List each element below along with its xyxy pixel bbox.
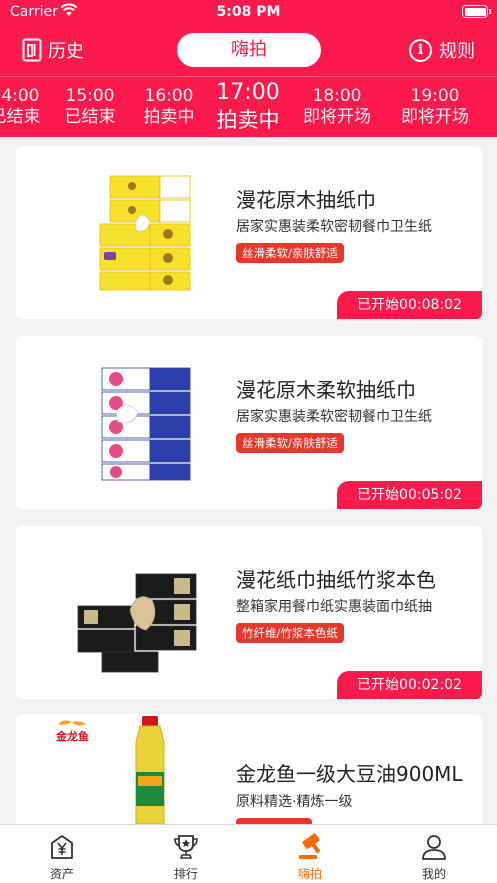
gavel-icon — [299, 833, 321, 859]
product-subtitle: 居家实惠装柔软密韧餐巾卫生纸 — [236, 409, 432, 425]
rules-button[interactable]: i 规则 — [409, 37, 475, 63]
session-time: 17:00 — [216, 80, 280, 105]
tab-label: 资产 — [49, 867, 74, 881]
product-card[interactable]: 漫花原木抽纸巾 居家实惠装柔软密韧餐巾卫生纸 丝滑柔软/亲肤舒适 已开始00:0… — [16, 146, 482, 319]
product-tag: 竹纤维/竹浆本色纸 — [236, 623, 344, 643]
top-nav: 历史 嗨拍 i 规则 — [0, 28, 497, 72]
tab-label: 排行 — [173, 867, 198, 881]
product-tag: 丝滑柔软/亲肤舒适 — [236, 433, 344, 453]
session-slot[interactable]: 19:00 即将开场 — [389, 86, 481, 128]
session-timeline[interactable]: 14:00 已结束 15:00 已结束 16:00 拍卖中 17:00 拍卖中 … — [0, 78, 497, 136]
info-icon: i — [409, 38, 432, 62]
nav-divider — [0, 76, 497, 77]
history-label: 历史 — [48, 41, 84, 62]
auction-timer-badge: 已开始00:02:02 — [337, 671, 482, 699]
product-subtitle: 原料精选·精炼一级 — [236, 794, 353, 810]
battery-icon — [462, 5, 491, 18]
tab-mine[interactable]: 我的 — [372, 825, 496, 883]
session-status: 即将开场 — [303, 107, 371, 127]
tab-assets[interactable]: 资产 — [0, 825, 124, 883]
session-time: 18:00 — [312, 86, 362, 106]
rules-label: 规则 — [439, 41, 475, 62]
product-title: 漫花纸巾抽纸竹浆本色 — [236, 568, 436, 592]
status-bar: Carrier 5:08 PM — [0, 0, 497, 24]
product-image-yellow-tissue — [99, 175, 191, 291]
hipai-title-pill: 嗨拍 — [177, 33, 321, 67]
product-title: 漫花原木柔软抽纸巾 — [236, 378, 416, 402]
product-tag: 丝滑柔软/亲肤舒适 — [236, 243, 344, 263]
product-subtitle: 居家实惠装柔软密韧餐巾卫生纸 — [236, 219, 432, 235]
trophy-icon — [174, 835, 198, 859]
product-card[interactable]: 漫花原木柔软抽纸巾 居家实惠装柔软密韧餐巾卫生纸 丝滑柔软/亲肤舒适 已开始00… — [16, 336, 482, 509]
product-card[interactable]: 漫花纸巾抽纸竹浆本色 整箱家用餐巾纸实惠装面巾纸抽 竹纤维/竹浆本色纸 已开始0… — [16, 526, 482, 699]
product-title: 漫花原木抽纸巾 — [236, 188, 376, 212]
history-icon — [22, 38, 42, 62]
product-title: 金龙鱼一级大豆油900ML — [236, 762, 463, 786]
auction-timer-badge: 已开始00:05:02 — [337, 481, 482, 509]
tab-ranking[interactable]: 排行 — [124, 825, 248, 883]
wallet-yen-icon — [51, 835, 73, 859]
auction-timer-badge: 已开始00:08:02 — [337, 291, 482, 319]
status-time: 5:08 PM — [216, 4, 281, 20]
bottom-tab-bar: 资产 排行 嗨拍 我的 — [0, 824, 497, 883]
tab-hipai[interactable]: 嗨拍 — [248, 825, 372, 883]
brand-logo: 金龙鱼 — [55, 720, 89, 743]
product-image-bamboo-tissue — [77, 573, 197, 673]
tab-label: 我的 — [421, 867, 446, 881]
product-image-oil-bottle — [135, 716, 165, 824]
session-time: 19:00 — [410, 86, 460, 106]
svg-text:金龙鱼: 金龙鱼 — [55, 729, 89, 743]
history-button[interactable]: 历史 — [22, 37, 84, 63]
product-image-pink-tissue — [101, 367, 191, 481]
session-status: 即将开场 — [401, 107, 469, 127]
tab-label: 嗨拍 — [297, 867, 322, 881]
user-icon — [422, 835, 446, 860]
app-header: Carrier 5:08 PM 历史 嗨拍 i 规则 14:00 已结束 — [0, 0, 497, 137]
product-subtitle: 整箱家用餐巾纸实惠装面巾纸抽 — [236, 599, 432, 615]
session-slot-active[interactable]: 17:00 拍卖中 — [202, 80, 294, 134]
session-status: 拍卖中 — [216, 108, 280, 132]
session-slot[interactable]: 18:00 即将开场 — [291, 86, 383, 128]
